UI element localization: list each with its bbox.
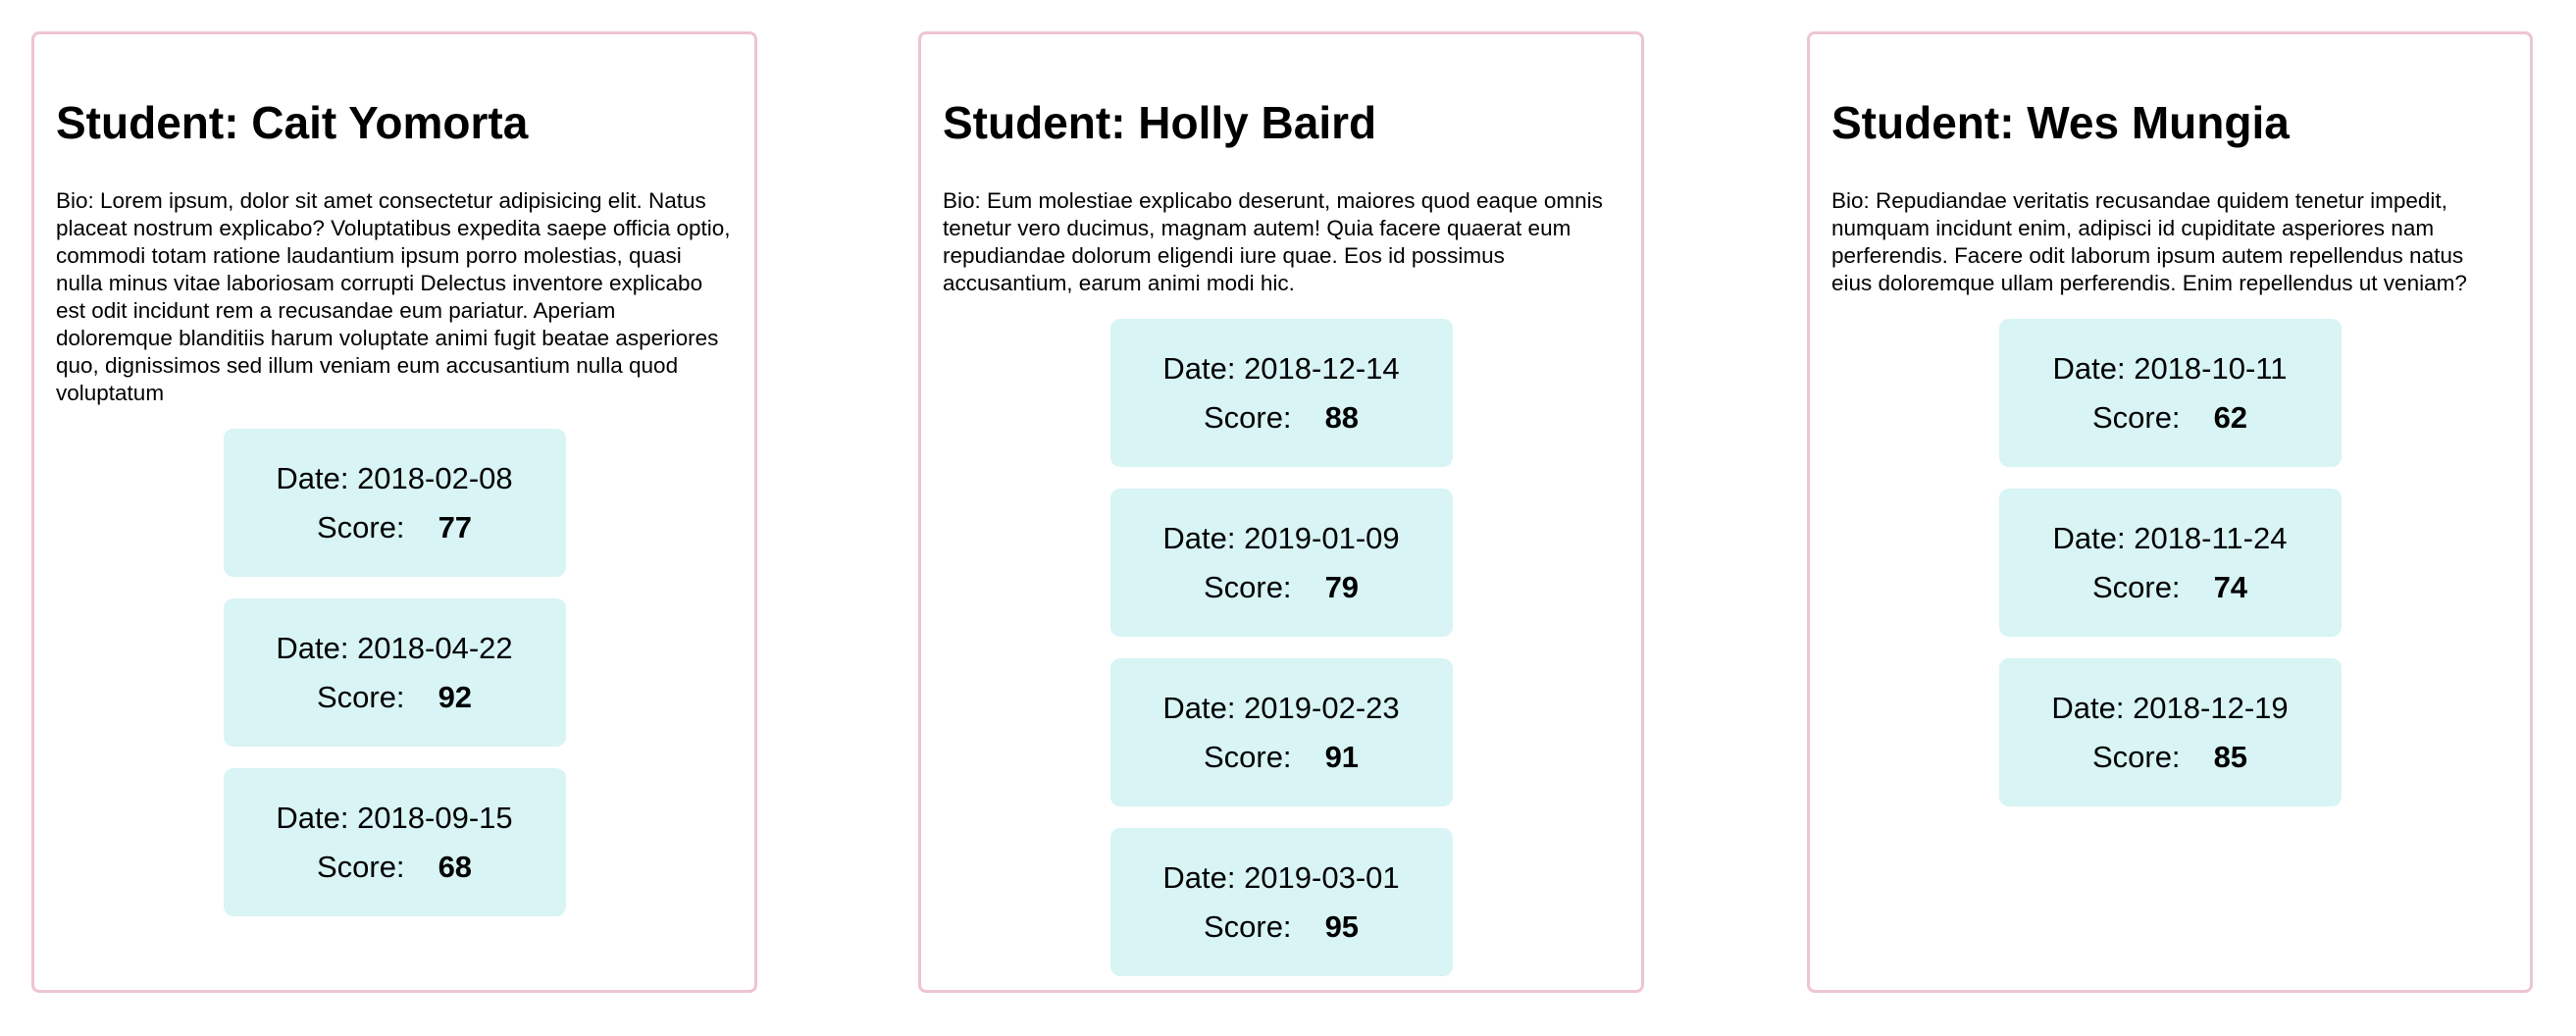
score-list: Date: 2018-12-14 Score: 88 Date: 2019-01-… [943, 319, 1620, 976]
score-list: Date: 2018-10-11 Score: 62 Date: 2018-11-… [1831, 319, 2508, 806]
score-row: Score: 79 [1204, 563, 1359, 612]
score-date: Date: 2019-03-01 [1162, 859, 1400, 895]
score-card: Date: 2018-09-15 Score: 68 [223, 768, 566, 916]
student-bio: Bio: Repudiandae veritatis recusandae qu… [1831, 188, 2467, 295]
score-row: Score: 77 [317, 503, 472, 552]
score-card: Date: 2019-02-23 Score: 91 [1109, 658, 1453, 806]
score-row: Score: 91 [1204, 733, 1359, 782]
student-bio: Bio: Lorem ipsum, dolor sit amet consect… [56, 188, 731, 405]
score-date: Date: 2018-12-19 [2051, 690, 2289, 725]
score-date: Date: 2018-09-15 [276, 800, 513, 835]
score-value: 85 [2213, 739, 2248, 774]
score-value: 74 [2213, 569, 2248, 604]
score-date: Date: 2019-02-23 [1162, 690, 1400, 725]
score-card: Date: 2019-01-09 Score: 79 [1109, 489, 1453, 637]
student-name: Student: Holly Baird [943, 97, 1377, 148]
score-row: Score: 95 [1204, 903, 1359, 952]
score-label: Score: [316, 509, 405, 544]
score-label: Score: [2091, 739, 2181, 774]
score-label: Score: [1203, 739, 1292, 774]
score-date: Date: 2019-01-09 [1162, 520, 1400, 555]
score-label: Score: [1203, 399, 1292, 435]
score-date: Date: 2018-11-24 [2052, 520, 2288, 555]
score-card: Date: 2019-03-01 Score: 95 [1109, 828, 1453, 976]
score-value: 91 [1324, 739, 1360, 774]
score-card: Date: 2018-12-14 Score: 88 [1109, 319, 1453, 467]
score-row: Score: 62 [2092, 393, 2247, 442]
score-value: 77 [438, 509, 473, 544]
score-label: Score: [316, 679, 405, 714]
score-label: Score: [2091, 399, 2181, 435]
score-label: Score: [1203, 908, 1292, 944]
student-name: Student: Wes Mungia [1831, 97, 2290, 148]
score-value: 62 [2213, 399, 2248, 435]
score-row: Score: 88 [1204, 393, 1359, 442]
score-value: 79 [1324, 569, 1360, 604]
student-card: Student: Wes Mungia Bio: Repudiandae ver… [1807, 31, 2533, 993]
student-name: Student: Cait Yomorta [56, 97, 529, 148]
score-label: Score: [1203, 569, 1292, 604]
score-card: Date: 2018-12-19 Score: 85 [1998, 658, 2342, 806]
score-value: 68 [438, 849, 473, 884]
score-date: Date: 2018-02-08 [276, 460, 513, 495]
score-list: Date: 2018-02-08 Score: 77 Date: 2018-04-… [56, 429, 733, 916]
score-label: Score: [316, 849, 405, 884]
score-card: Date: 2018-02-08 Score: 77 [223, 429, 566, 577]
score-date: Date: 2018-12-14 [1162, 350, 1400, 386]
score-row: Score: 74 [2092, 563, 2247, 612]
score-value: 88 [1324, 399, 1360, 435]
student-card: Student: Cait Yomorta Bio: Lorem ipsum, … [31, 31, 757, 993]
score-card: Date: 2018-04-22 Score: 92 [223, 598, 566, 747]
student-bio: Bio: Eum molestiae explicabo deserunt, m… [943, 188, 1603, 295]
score-row: Score: 92 [317, 673, 472, 722]
score-date: Date: 2018-10-11 [2052, 350, 2288, 386]
score-value: 95 [1324, 908, 1360, 944]
score-value: 92 [438, 679, 473, 714]
score-date: Date: 2018-04-22 [276, 630, 513, 665]
score-row: Score: 85 [2092, 733, 2247, 782]
student-card: Student: Holly Baird Bio: Eum molestiae … [918, 31, 1644, 993]
score-card: Date: 2018-10-11 Score: 62 [1998, 319, 2342, 467]
score-row: Score: 68 [317, 843, 472, 892]
score-label: Score: [2091, 569, 2181, 604]
score-card: Date: 2018-11-24 Score: 74 [1998, 489, 2342, 637]
